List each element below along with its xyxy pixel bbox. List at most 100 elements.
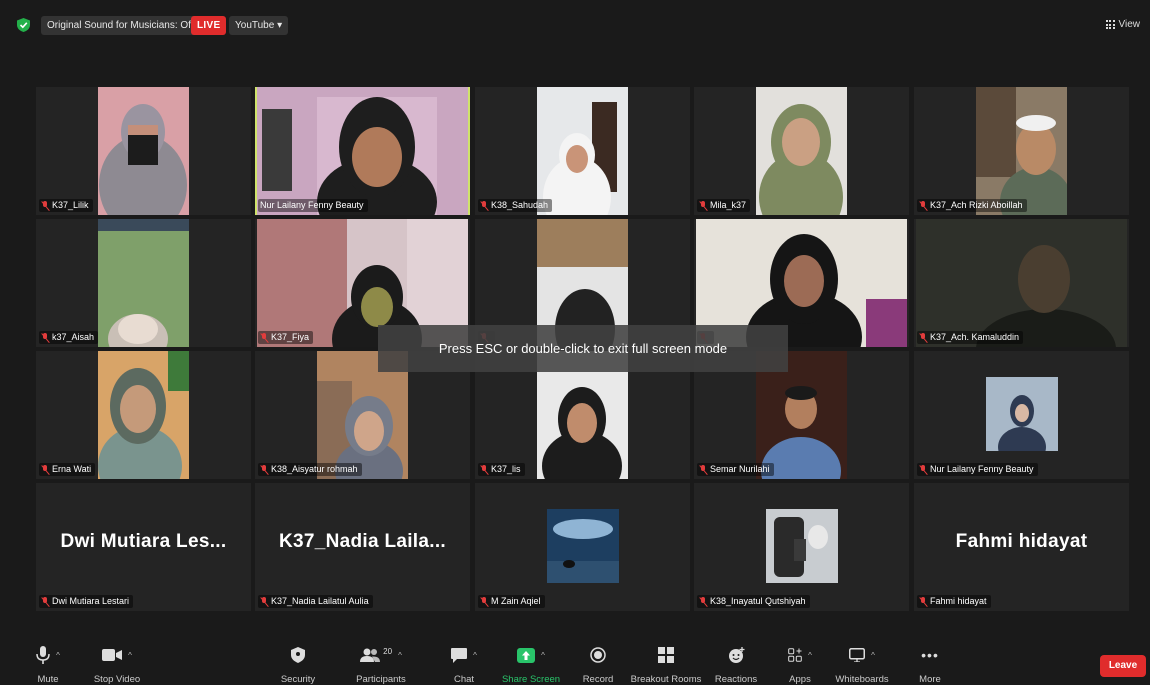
chevron-up-icon[interactable]: ^: [871, 651, 875, 660]
participant-video: [916, 219, 1127, 347]
shield-icon: [291, 647, 305, 663]
stream-target-dropdown[interactable]: YouTube ▾: [229, 16, 289, 35]
video-tile[interactable]: K37_Lilik: [36, 87, 251, 215]
mic-muted-icon: [919, 200, 927, 211]
chevron-up-icon[interactable]: ^: [541, 651, 545, 660]
original-sound-toggle[interactable]: Original Sound for Musicians: Off: [41, 16, 200, 35]
avatar-tile[interactable]: Nur Lailany Fenny Beauty: [914, 351, 1129, 479]
participant-name-tag: k37_Aisah: [39, 331, 99, 344]
video-camera-icon: [102, 649, 123, 661]
participant-name-tag: K37_lis: [478, 463, 525, 476]
mic-muted-icon: [480, 596, 488, 607]
mic-muted-icon: [260, 332, 268, 343]
mic-muted-icon: [919, 464, 927, 475]
whiteboard-icon: [849, 648, 866, 662]
share-screen-button[interactable]: ^ Share Screen: [500, 644, 562, 685]
video-off-tile[interactable]: K37_Nadia Laila... K37_Nadia Lailatul Au…: [255, 483, 470, 611]
participant-name-tag: Mila_k37: [697, 199, 751, 212]
whiteboards-button[interactable]: ^ Whiteboards: [832, 644, 892, 685]
participant-name-tag: Erna Wati: [39, 463, 96, 476]
avatar: [547, 509, 619, 583]
chevron-up-icon[interactable]: ^: [128, 651, 132, 660]
mic-muted-icon: [699, 596, 707, 607]
participant-name-tag: K38_Inayatul Qutshiyah: [697, 595, 810, 608]
video-off-tile[interactable]: Fahmi hidayat Fahmi hidayat: [914, 483, 1129, 611]
chevron-up-icon[interactable]: ^: [398, 651, 402, 660]
video-tile[interactable]: Mila_k37: [694, 87, 909, 215]
chat-bubble-icon: [451, 647, 468, 663]
mic-muted-icon: [919, 332, 927, 343]
video-tile[interactable]: Erna Wati: [36, 351, 251, 479]
meeting-controls-toolbar: ^ Mute ^ Stop Video Security 20 ^ Partici…: [0, 640, 1150, 685]
breakout-rooms-button[interactable]: Breakout Rooms: [630, 644, 702, 685]
video-off-tile[interactable]: Dwi Mutiara Les... Dwi Mutiara Lestari: [36, 483, 251, 611]
participant-name-tag: K37_Nadia Lailatul Aulia: [258, 595, 373, 608]
reactions-smiley-icon: [728, 646, 744, 663]
chevron-up-icon[interactable]: ^: [473, 651, 477, 660]
participant-video: [98, 351, 189, 479]
chevron-up-icon[interactable]: ^: [56, 651, 60, 660]
participant-name-tag: K37_Fiya: [258, 331, 314, 344]
chevron-up-icon[interactable]: ^: [808, 651, 812, 660]
participant-name-tag: K38_Aisyatur rohmah: [258, 463, 362, 476]
mic-muted-icon: [480, 464, 488, 475]
mic-muted-icon: [699, 200, 707, 211]
mic-muted-icon: [260, 596, 268, 607]
participant-name-tag: K38_Sahudah: [478, 199, 553, 212]
video-tile[interactable]: K37_Ach Rizki Aboillah: [914, 87, 1129, 215]
participant-display-name: Fahmi hidayat: [955, 531, 1088, 552]
participant-name-tag: K37_Ach Rizki Aboillah: [917, 199, 1027, 212]
video-tile[interactable]: K37_Ach. Kamaluddin: [914, 219, 1129, 347]
participant-name-tag: M Zain Aqiel: [478, 595, 545, 608]
chat-button[interactable]: ^ Chat: [444, 644, 484, 685]
participant-display-name: K37_Nadia Laila...: [279, 531, 446, 552]
shield-check-icon[interactable]: [17, 18, 30, 32]
participant-name-tag: K37_Lilik: [39, 199, 93, 212]
participant-video: [98, 87, 189, 215]
meeting-top-bar: Original Sound for Musicians: Off LIVE Y…: [0, 0, 1150, 36]
participant-count-badge: 20: [383, 646, 393, 656]
video-tile[interactable]: K38_Sahudah: [475, 87, 690, 215]
participant-video: [98, 219, 189, 347]
grid-view-icon: [1105, 20, 1115, 29]
participant-name-tag: Dwi Mutiara Lestari: [39, 595, 134, 608]
avatar: [986, 377, 1058, 451]
mic-muted-icon: [699, 464, 707, 475]
leave-button[interactable]: Leave: [1100, 655, 1146, 677]
stop-video-button[interactable]: ^ Stop Video: [88, 644, 146, 685]
apps-icon: [788, 648, 802, 662]
record-icon: [590, 647, 606, 663]
participant-video: [257, 87, 468, 215]
apps-button[interactable]: ^ Apps: [780, 644, 820, 685]
view-button[interactable]: View: [1105, 19, 1141, 30]
record-button[interactable]: Record: [578, 644, 618, 685]
video-tile-active-speaker[interactable]: Nur Lailany Fenny Beauty: [255, 87, 470, 215]
microphone-icon: [36, 646, 50, 664]
mic-muted-icon: [41, 200, 49, 211]
mic-muted-icon: [480, 200, 488, 211]
reactions-button[interactable]: Reactions: [713, 644, 759, 685]
security-button[interactable]: Security: [278, 644, 318, 685]
participant-video: [756, 87, 847, 215]
mic-muted-icon: [41, 596, 49, 607]
mic-muted-icon: [919, 596, 927, 607]
participant-display-name: Dwi Mutiara Les...: [60, 531, 227, 552]
view-label: View: [1118, 19, 1141, 30]
more-button[interactable]: ••• More: [910, 644, 950, 685]
mic-muted-icon: [41, 464, 49, 475]
participant-name-tag: Nur Lailany Fenny Beauty: [917, 463, 1038, 476]
participants-button[interactable]: 20 ^ Participants: [350, 644, 412, 685]
mic-muted-icon: [41, 332, 49, 343]
participants-icon: [360, 648, 381, 662]
participant-name-tag: K37_Ach. Kamaluddin: [917, 331, 1024, 344]
avatar-tile[interactable]: M Zain Aqiel: [475, 483, 690, 611]
participant-name-tag: Nur Lailany Fenny Beauty: [258, 199, 368, 212]
mic-muted-icon: [260, 464, 268, 475]
more-ellipsis-icon: •••: [921, 647, 939, 663]
avatar-tile[interactable]: K38_Inayatul Qutshiyah: [694, 483, 909, 611]
live-badge: LIVE: [191, 16, 227, 35]
participant-video: [537, 87, 628, 215]
video-tile[interactable]: k37_Aisah: [36, 219, 251, 347]
mute-button[interactable]: ^ Mute: [28, 644, 68, 685]
participant-name-tag: Semar Nurilahi: [697, 463, 774, 476]
